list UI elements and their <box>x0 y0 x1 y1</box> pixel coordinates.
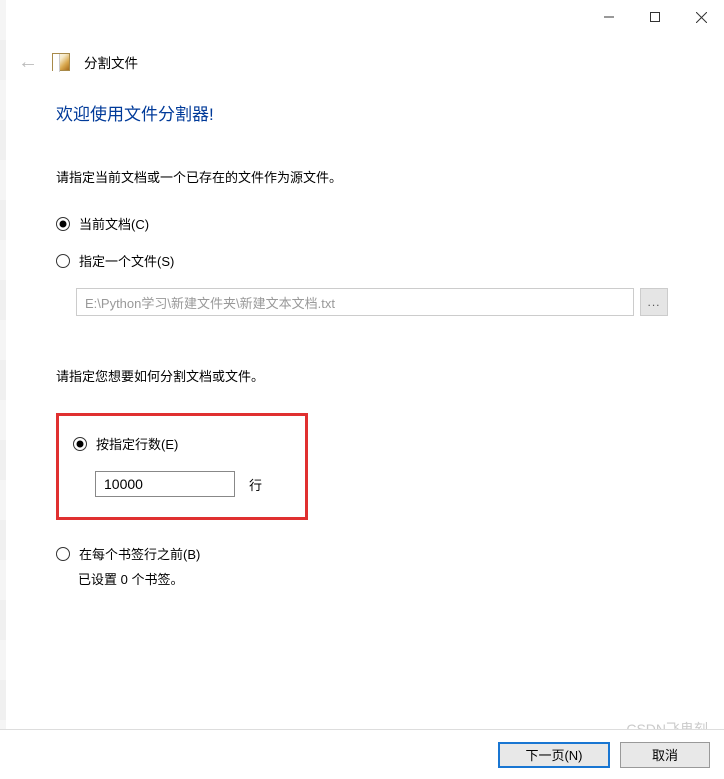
footer: 下一页(N) 取消 <box>0 729 724 779</box>
radio-label: 在每个书签行之前(B) <box>79 544 200 563</box>
maximize-icon <box>650 12 660 22</box>
radio-icon <box>56 254 70 268</box>
radio-label: 当前文档(C) <box>79 214 149 233</box>
split-instruction: 请指定您想要如何分割文档或文件。 <box>56 366 668 385</box>
titlebar <box>0 0 724 36</box>
radio-icon <box>56 547 70 561</box>
radio-specify-file[interactable]: 指定一个文件(S) <box>56 251 668 270</box>
lines-input[interactable]: 10000 <box>95 471 235 497</box>
bookmark-block: 在每个书签行之前(B) 已设置 0 个书签。 <box>56 544 668 588</box>
cancel-button[interactable]: 取消 <box>620 742 710 768</box>
bookmark-status: 已设置 0 个书签。 <box>78 569 668 588</box>
maximize-button[interactable] <box>632 2 678 32</box>
radio-label: 指定一个文件(S) <box>79 251 174 270</box>
radio-by-lines[interactable]: 按指定行数(E) <box>73 434 289 453</box>
lines-row: 10000 行 <box>95 471 289 497</box>
next-button[interactable]: 下一页(N) <box>498 742 610 768</box>
close-button[interactable] <box>678 2 724 32</box>
back-arrow-icon[interactable]: ← <box>18 52 38 72</box>
minimize-icon <box>604 12 614 22</box>
browse-button[interactable]: ... <box>640 288 668 316</box>
radio-before-bookmark[interactable]: 在每个书签行之前(B) <box>56 544 668 563</box>
radio-icon <box>73 437 87 451</box>
minimize-button[interactable] <box>586 2 632 32</box>
app-icon <box>52 53 70 71</box>
file-path-input[interactable]: E:\Python学习\新建文件夹\新建文本文档.txt <box>76 288 634 316</box>
radio-icon <box>56 217 70 231</box>
welcome-heading: 欢迎使用文件分割器! <box>56 100 668 125</box>
radio-current-doc[interactable]: 当前文档(C) <box>56 214 668 233</box>
page-title: 分割文件 <box>84 52 138 72</box>
lines-unit: 行 <box>249 475 262 494</box>
source-instruction: 请指定当前文档或一个已存在的文件作为源文件。 <box>56 167 668 186</box>
main-content: 欢迎使用文件分割器! 请指定当前文档或一个已存在的文件作为源文件。 当前文档(C… <box>0 80 724 588</box>
window-left-edge <box>0 0 6 779</box>
radio-label: 按指定行数(E) <box>96 434 178 453</box>
close-icon <box>696 12 707 23</box>
header: ← 分割文件 <box>0 36 724 80</box>
file-path-row: E:\Python学习\新建文件夹\新建文本文档.txt ... <box>76 288 668 316</box>
lines-highlight-box: 按指定行数(E) 10000 行 <box>56 413 308 520</box>
